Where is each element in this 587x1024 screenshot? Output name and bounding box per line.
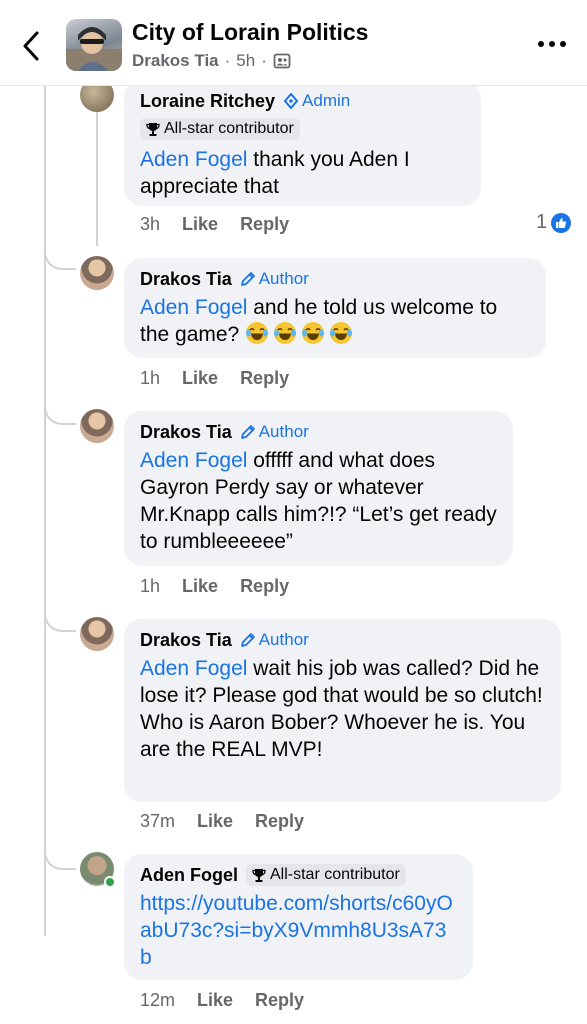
comment-author-row: Drakos Tia Author xyxy=(140,421,497,443)
comment-time: 37m xyxy=(140,811,176,831)
comment-text: Aden Fogel offfff and what does Gayron P… xyxy=(140,447,497,555)
comment-text: https://youtube.com/shorts/c60yOabU73c?s… xyxy=(140,890,457,971)
admin-shield-icon xyxy=(283,93,299,109)
all-star-badge: All-star contributor xyxy=(246,864,406,886)
group-avatar[interactable] xyxy=(66,19,122,71)
comment-time: 12m xyxy=(140,990,176,1010)
author-badge: Author xyxy=(240,422,309,442)
thread-connector xyxy=(44,383,76,425)
back-arrow-icon[interactable] xyxy=(18,30,46,62)
comment-bubble: Drakos Tia Author Aden Fogel and he told… xyxy=(124,258,546,358)
comment-author[interactable]: Drakos Tia xyxy=(140,422,232,443)
reply-button[interactable]: Reply xyxy=(255,990,304,1011)
thread-line xyxy=(96,112,98,246)
avatar[interactable] xyxy=(80,617,114,651)
thread-connector xyxy=(44,590,76,632)
comment-author[interactable]: Aden Fogel xyxy=(140,865,238,886)
author-label: Author xyxy=(258,422,309,441)
comment-text: Aden Fogel thank you Aden I appreciate t… xyxy=(140,146,465,200)
comment-actions: 1h Like Reply xyxy=(140,576,289,597)
poster-name[interactable]: Drakos Tia xyxy=(132,51,219,71)
like-button[interactable]: Like xyxy=(197,990,233,1011)
comment-time: 3h xyxy=(140,214,161,234)
mention-link[interactable]: Aden Fogel xyxy=(140,296,247,319)
reply-button[interactable]: Reply xyxy=(240,576,289,597)
comment-actions: 37m Like Reply xyxy=(140,811,304,832)
comment-time: 1h xyxy=(140,576,161,596)
reaction-count: 1 xyxy=(536,211,548,233)
admin-badge: Admin xyxy=(283,91,350,111)
comment-author[interactable]: Drakos Tia xyxy=(140,630,232,651)
admin-label: Admin xyxy=(302,91,351,110)
thread-line xyxy=(44,86,46,936)
comment-bubble: Drakos Tia Author Aden Fogel wait his jo… xyxy=(124,619,561,802)
comment-text: Aden Fogel and he told us welcome to the… xyxy=(140,294,530,348)
reply-button[interactable]: Reply xyxy=(240,214,289,235)
laughing-tears-emoji-icon xyxy=(302,322,325,344)
comment-author-row: Drakos Tia Author xyxy=(140,268,530,290)
comment-author-row: Drakos Tia Author xyxy=(140,629,545,651)
all-star-label: All-star contributor xyxy=(164,120,294,137)
post-time: 5h xyxy=(236,51,256,70)
avatar[interactable] xyxy=(80,256,114,290)
laughing-tears-emoji-icon xyxy=(330,322,353,344)
comment-author[interactable]: Loraine Ritchey xyxy=(140,91,275,112)
mention-link[interactable]: Aden Fogel xyxy=(140,657,247,680)
reply-button[interactable]: Reply xyxy=(240,368,289,389)
trophy-icon xyxy=(252,868,266,882)
youtube-link[interactable]: https://youtube.com/shorts/c60yOabU73c?s… xyxy=(140,892,453,969)
online-status-indicator xyxy=(104,876,116,888)
group-privacy-icon xyxy=(273,53,291,69)
reaction-summary[interactable]: 1 xyxy=(536,211,572,234)
author-badge: Author xyxy=(240,630,309,650)
like-button[interactable]: Like xyxy=(182,576,218,597)
comment-actions: 3h Like Reply xyxy=(140,214,289,235)
more-options-icon[interactable] xyxy=(535,34,569,54)
laughing-tears-emoji-icon xyxy=(246,322,269,344)
group-title[interactable]: City of Lorain Politics xyxy=(132,19,368,46)
pencil-icon xyxy=(240,425,255,439)
laughing-tears-emoji-icon xyxy=(274,322,297,344)
comment-bubble: Drakos Tia Author Aden Fogel offfff and … xyxy=(124,411,513,566)
like-button[interactable]: Like xyxy=(182,368,218,389)
all-star-badge: All-star contributor xyxy=(140,118,300,140)
comment-actions: 1h Like Reply xyxy=(140,368,289,389)
meta-separator: · xyxy=(261,51,267,70)
post-header: City of Lorain Politics Drakos Tia · 5h … xyxy=(0,0,587,86)
pencil-icon xyxy=(240,272,255,286)
comment-text: Aden Fogel wait his job was called? Did … xyxy=(140,655,545,763)
comment-author[interactable]: Drakos Tia xyxy=(140,269,232,290)
reply-button[interactable]: Reply xyxy=(255,811,304,832)
author-label: Author xyxy=(258,269,309,288)
comment-bubble: Aden Fogel All-star contributor https://… xyxy=(124,854,473,980)
thread-connector xyxy=(44,828,76,870)
comment-actions: 12m Like Reply xyxy=(140,990,304,1011)
like-button[interactable]: Like xyxy=(197,811,233,832)
comment-time: 1h xyxy=(140,368,161,388)
author-badge: Author xyxy=(240,269,309,289)
mention-link[interactable]: Aden Fogel xyxy=(140,148,247,171)
author-label: Author xyxy=(258,630,309,649)
avatar[interactable] xyxy=(80,409,114,443)
comment-bubble: Loraine Ritchey Admin All-star contribut… xyxy=(124,80,481,206)
like-reaction-icon xyxy=(551,212,572,233)
post-meta: Drakos Tia · 5h · xyxy=(132,51,291,71)
comment-author-row: Loraine Ritchey Admin xyxy=(140,90,465,112)
like-button[interactable]: Like xyxy=(182,214,218,235)
mention-link[interactable]: Aden Fogel xyxy=(140,449,247,472)
thread-connector xyxy=(44,228,76,270)
meta-separator: · xyxy=(224,51,231,70)
pencil-icon xyxy=(240,633,255,647)
trophy-icon xyxy=(146,122,160,136)
all-star-label: All-star contributor xyxy=(270,866,400,883)
comment-author-row: Aden Fogel All-star contributor xyxy=(140,864,457,886)
